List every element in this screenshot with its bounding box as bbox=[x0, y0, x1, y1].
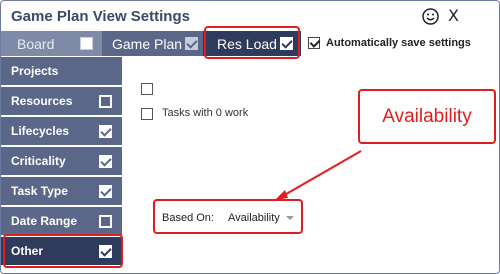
sidebar-checkbox[interactable] bbox=[99, 155, 112, 168]
tasks-zero-work-label: Tasks with 0 work bbox=[162, 107, 249, 119]
sidebar-item-lifecycles[interactable]: Lifecycles bbox=[1, 117, 122, 145]
option-checkbox[interactable] bbox=[141, 83, 153, 95]
sidebar-item-date-range[interactable]: Date Range bbox=[1, 207, 122, 235]
tasks-zero-work-checkbox[interactable] bbox=[141, 108, 153, 120]
sidebar-checkbox[interactable] bbox=[99, 185, 112, 198]
annotation-callout: Availability bbox=[358, 89, 496, 144]
auto-save-checkbox[interactable] bbox=[308, 37, 320, 49]
tab-board[interactable]: Board bbox=[1, 31, 102, 56]
dialog-title: Game Plan View Settings bbox=[11, 8, 190, 25]
sidebar-item-label: Projects bbox=[11, 64, 59, 78]
tab-board-checkbox[interactable] bbox=[80, 37, 93, 50]
sidebar-item-label: Task Type bbox=[11, 184, 68, 198]
highlight-res-load bbox=[204, 26, 300, 59]
sidebar-item-criticality[interactable]: Criticality bbox=[1, 147, 122, 175]
sidebar-item-label: Lifecycles bbox=[11, 124, 70, 138]
highlight-other bbox=[3, 234, 123, 268]
auto-save-toggle[interactable]: Automatically save settings bbox=[308, 37, 471, 49]
sidebar-checkbox[interactable] bbox=[99, 95, 112, 108]
sidebar-item-projects[interactable]: Projects bbox=[1, 57, 122, 85]
sidebar-checkbox[interactable] bbox=[99, 125, 112, 138]
sidebar-item-label: Criticality bbox=[11, 154, 66, 168]
tab-board-label: Board bbox=[17, 35, 55, 52]
sidebar-checkbox[interactable] bbox=[99, 215, 112, 228]
close-icon[interactable]: X bbox=[448, 6, 459, 25]
view-settings-dialog: Game Plan View Settings X Board Game Pla… bbox=[0, 0, 500, 274]
auto-save-label: Automatically save settings bbox=[326, 37, 471, 49]
tab-game-plan-checkbox[interactable] bbox=[185, 37, 198, 50]
tab-game-plan[interactable]: Game Plan bbox=[102, 31, 203, 56]
smiley-icon[interactable] bbox=[422, 8, 439, 25]
tab-game-plan-label: Game Plan bbox=[112, 35, 183, 52]
sidebar-item-task-type[interactable]: Task Type bbox=[1, 177, 122, 205]
sidebar-item-resources[interactable]: Resources bbox=[1, 87, 122, 115]
highlight-based-on bbox=[153, 199, 303, 234]
sidebar-item-label: Resources bbox=[11, 94, 73, 108]
sidebar-item-label: Date Range bbox=[11, 214, 78, 228]
